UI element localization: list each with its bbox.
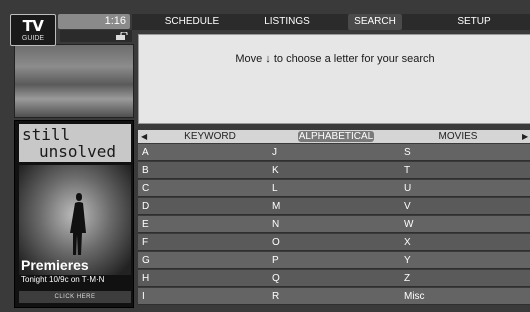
letter-cell[interactable]: N <box>268 216 400 233</box>
letter-cell[interactable]: V <box>400 198 530 215</box>
tv-guide-logo: TV GUIDE <box>10 14 56 46</box>
ad-headline: still unsolved <box>19 124 131 162</box>
letter-cell[interactable]: I <box>138 288 268 305</box>
clock: 1:16 <box>58 14 130 29</box>
search-mode-bar: ◀ KEYWORD ALPHABETICAL MOVIES ▶ <box>138 130 530 143</box>
ad-click-here-button[interactable]: CLICK HERE <box>19 291 131 303</box>
letter-cell[interactable]: Y <box>400 252 530 269</box>
letter-cell[interactable]: C <box>138 180 268 197</box>
letter-cell[interactable]: W <box>400 216 530 233</box>
letter-cell[interactable]: H <box>138 270 268 287</box>
letter-cell[interactable]: G <box>138 252 268 269</box>
ad-promo-line: Tonight 10/9c on T·M·N <box>21 275 105 284</box>
letter-cell[interactable]: S <box>400 144 530 161</box>
letter-grid: A J S B K T C L U D M V E N W F O X G P Y H Q Z I R Misc <box>138 144 530 306</box>
lock-icon <box>116 32 128 40</box>
letter-cell[interactable]: E <box>138 216 268 233</box>
letter-cell[interactable]: U <box>400 180 530 197</box>
letter-cell[interactable]: O <box>268 234 400 251</box>
mode-keyword[interactable]: KEYWORD <box>168 130 252 143</box>
promo-ad[interactable]: still unsolved Premieres Tonight 10/9c o… <box>14 120 134 308</box>
letter-cell[interactable]: Z <box>400 270 530 287</box>
letter-cell[interactable]: Q <box>268 270 400 287</box>
letter-cell[interactable]: B <box>138 162 268 179</box>
top-navigation: SCHEDULE LISTINGS SEARCH SETUP <box>132 14 530 30</box>
letter-cell[interactable]: J <box>268 144 400 161</box>
search-instruction: Move ↓ to choose a letter for your searc… <box>235 53 435 65</box>
arrow-left-icon[interactable]: ◀ <box>141 130 147 143</box>
logo-guide: GUIDE <box>21 34 45 42</box>
letter-cell[interactable]: K <box>268 162 400 179</box>
letter-cell[interactable]: D <box>138 198 268 215</box>
mode-movies[interactable]: MOVIES <box>418 130 498 143</box>
letter-cell[interactable]: T <box>400 162 530 179</box>
ad-headline-line2: unsolved <box>39 142 117 161</box>
letter-cell[interactable]: Misc <box>400 288 530 305</box>
tab-listings[interactable]: LISTINGS <box>252 14 322 30</box>
letter-cell[interactable]: X <box>400 234 530 251</box>
logo-tv: TV <box>22 16 44 35</box>
lock-bar <box>60 30 132 42</box>
letter-cell[interactable]: M <box>268 198 400 215</box>
arrow-right-icon[interactable]: ▶ <box>522 130 528 143</box>
tab-schedule[interactable]: SCHEDULE <box>158 14 226 30</box>
letter-cell[interactable]: A <box>138 144 268 161</box>
ad-promo-title: Premieres <box>21 257 89 273</box>
ad-headline-line1: still <box>22 125 71 144</box>
letter-cell[interactable]: L <box>268 180 400 197</box>
tab-setup[interactable]: SETUP <box>444 14 504 30</box>
message-panel: Move ↓ to choose a letter for your searc… <box>138 34 530 124</box>
live-video-preview[interactable] <box>14 44 134 118</box>
letter-cell[interactable]: P <box>268 252 400 269</box>
letter-cell[interactable]: F <box>138 234 268 251</box>
mode-alphabetical[interactable]: ALPHABETICAL <box>298 131 374 142</box>
tab-search[interactable]: SEARCH <box>348 14 402 30</box>
letter-cell[interactable]: R <box>268 288 400 305</box>
